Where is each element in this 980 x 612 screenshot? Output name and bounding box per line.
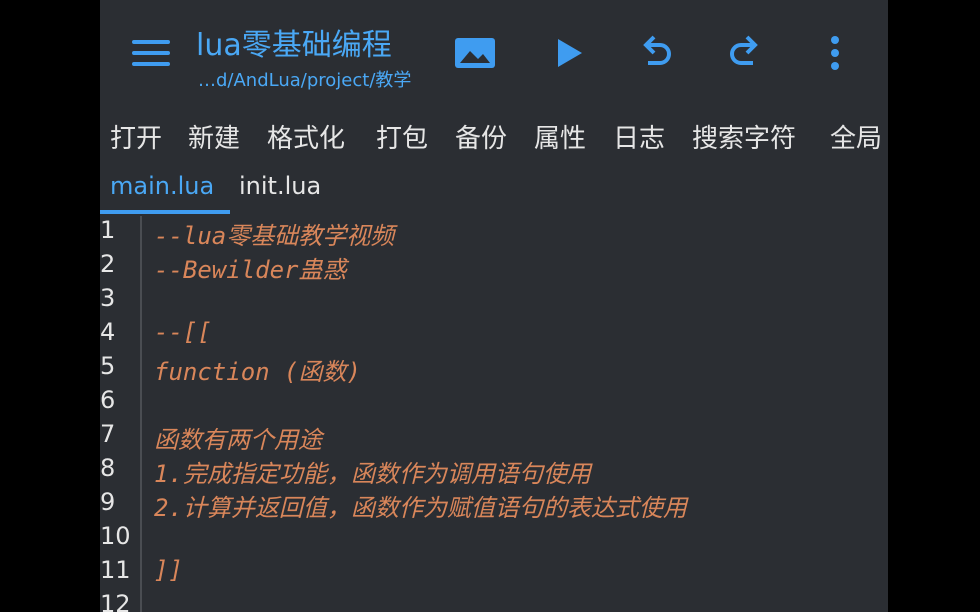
- line-number: 5: [100, 352, 116, 380]
- code-text: 2.计算并返回值，函数作为赋值语句的表达式使用: [154, 494, 687, 522]
- line-number: 4: [100, 318, 116, 346]
- menu-properties[interactable]: 属性: [534, 118, 586, 155]
- undo-icon[interactable]: [633, 30, 679, 76]
- menu-open[interactable]: 打开: [110, 118, 162, 155]
- code-line: 12: [100, 590, 888, 612]
- line-number: 8: [100, 454, 116, 482]
- line-number: 12: [100, 590, 131, 612]
- menu-format[interactable]: 格式化: [267, 118, 345, 155]
- image-icon[interactable]: [452, 30, 498, 76]
- code-line: 1 --lua零基础教学视频: [100, 216, 888, 250]
- menu-pack[interactable]: 打包: [376, 118, 428, 155]
- line-number: 1: [100, 216, 116, 244]
- menu-new[interactable]: 新建: [188, 118, 240, 155]
- line-number: 7: [100, 420, 116, 448]
- app-bar: lua零基础编程 …d/AndLua/project/教学: [100, 0, 888, 108]
- code-text: --[[: [154, 318, 212, 346]
- code-text: --Bewilder蛊惑: [154, 256, 347, 284]
- line-number: 2: [100, 250, 116, 278]
- code-editor[interactable]: 1 --lua零基础教学视频 2 --Bewilder蛊惑 3 4 --[[ 5…: [100, 216, 888, 612]
- code-text: 函数有两个用途: [154, 426, 322, 454]
- line-number: 9: [100, 488, 116, 516]
- line-number: 11: [100, 556, 131, 584]
- code-line: 7 函数有两个用途: [100, 420, 888, 454]
- menu-search[interactable]: 搜索字符: [692, 118, 796, 155]
- play-icon[interactable]: [546, 30, 592, 76]
- app-window: lua零基础编程 …d/AndLua/project/教学 打开 新建 格式化 …: [100, 0, 888, 612]
- code-text: ]]: [154, 556, 183, 584]
- tab-init-lua[interactable]: init.lua: [239, 172, 321, 200]
- code-text: 1.完成指定功能，函数作为调用语句使用: [154, 460, 591, 488]
- code-text: function (函数): [154, 358, 361, 386]
- menu-global[interactable]: 全局: [830, 118, 882, 155]
- code-text: --lua零基础教学视频: [154, 222, 395, 250]
- menu-backup[interactable]: 备份: [455, 118, 507, 155]
- tab-main-lua[interactable]: main.lua: [110, 172, 214, 200]
- app-title: lua零基础编程: [196, 28, 392, 63]
- code-line: 3: [100, 284, 888, 318]
- active-tab-indicator: [100, 210, 230, 214]
- code-line: 8 1.完成指定功能，函数作为调用语句使用: [100, 454, 888, 488]
- more-vert-icon[interactable]: [812, 30, 858, 76]
- code-line: 6: [100, 386, 888, 420]
- line-number: 6: [100, 386, 116, 414]
- redo-icon[interactable]: [722, 30, 768, 76]
- line-number: 3: [100, 284, 116, 312]
- code-line: 2 --Bewilder蛊惑: [100, 250, 888, 284]
- code-line: 9 2.计算并返回值，函数作为赋值语句的表达式使用: [100, 488, 888, 522]
- line-number: 10: [100, 522, 131, 550]
- menu-icon[interactable]: [132, 38, 170, 68]
- menu-bar: 打开 新建 格式化 打包 备份 属性 日志 搜索字符 全局: [100, 112, 888, 162]
- menu-log[interactable]: 日志: [613, 118, 665, 155]
- code-line: 10: [100, 522, 888, 556]
- code-line: 5 function (函数): [100, 352, 888, 386]
- code-line: 4 --[[: [100, 318, 888, 352]
- project-path: …d/AndLua/project/教学: [198, 70, 412, 91]
- file-tabs: main.lua init.lua: [100, 168, 888, 216]
- code-line: 11 ]]: [100, 556, 888, 590]
